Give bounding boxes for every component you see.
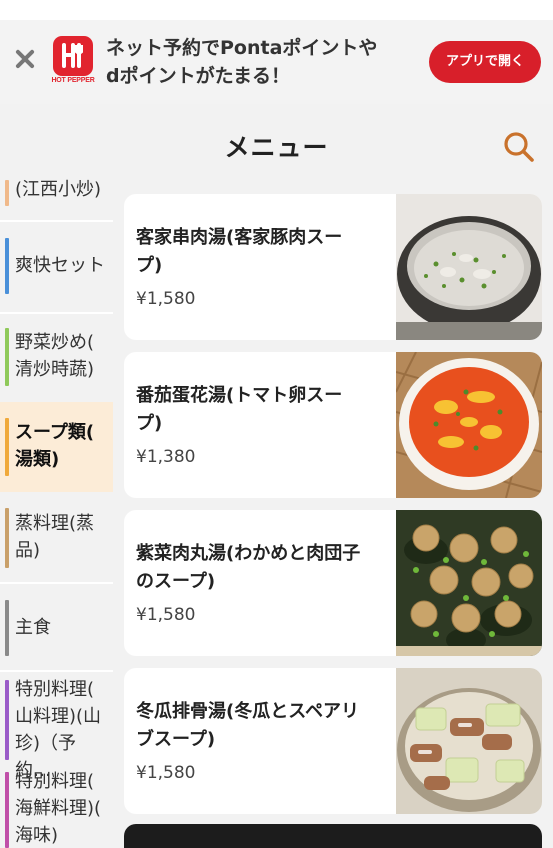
sidebar-item-label: スープ類( 湯類) — [15, 419, 110, 473]
menu-item-name-line1: 紫菜肉丸湯(わかめと肉団子 — [136, 543, 361, 564]
sidebar-divider — [0, 312, 113, 314]
sidebar-item-jiangxi[interactable]: (江西小炒) — [0, 176, 113, 212]
sidebar-item-label-line2: 海鮮料理)( — [15, 798, 102, 819]
category-accent-bar — [5, 600, 9, 656]
sidebar-item-label-line2: 山料理)(山 — [15, 706, 102, 727]
menu-item-name-line2: ブスープ) — [136, 729, 216, 750]
menu-item-name: 客家串肉湯(客家豚肉スー プ) — [136, 224, 386, 280]
sidebar-divider — [0, 670, 113, 672]
menu-item-name-line1: 冬瓜排骨湯(冬瓜とスペアリ — [136, 701, 359, 722]
category-accent-bar — [5, 508, 9, 568]
page-header: メニュー — [0, 104, 553, 186]
open-in-app-button[interactable]: アプリで開く — [429, 41, 541, 83]
hot-pepper-logo: HOT PEPPER — [48, 36, 96, 88]
sidebar-item-label: 爽快セット — [15, 255, 105, 276]
category-accent-bar — [5, 418, 9, 476]
category-accent-bar — [5, 180, 9, 206]
menu-item-card[interactable]: 番茄蛋花湯(トマト卵スー プ) ¥1,380 — [124, 352, 542, 498]
category-accent-bar — [5, 328, 9, 386]
menu-item-card[interactable]: 紫菜肉丸湯(わかめと肉団子 のスープ) ¥1,580 — [124, 510, 542, 656]
status-strip — [0, 0, 553, 20]
sidebar-item-label: 特別料理( 海鮮料理)( 海味)（予… — [15, 768, 110, 848]
category-accent-bar — [5, 772, 9, 848]
menu-item-price: ¥1,380 — [136, 447, 196, 467]
menu-item-name: 冬瓜排骨湯(冬瓜とスペアリ ブスープ) — [136, 698, 386, 754]
sidebar-item-label: (江西小炒) — [15, 179, 102, 200]
sidebar-item-steamed[interactable]: 蒸料理(蒸 品) — [0, 500, 113, 576]
menu-item-price: ¥1,580 — [136, 763, 196, 783]
close-icon[interactable] — [12, 46, 38, 72]
menu-item-name-line1: 客家串肉湯(客家豚肉スー — [136, 227, 343, 248]
sidebar-divider — [0, 220, 113, 222]
banner-message-line1: ネット予約でPontaポイントや — [106, 37, 378, 59]
sidebar-item-refresh-set[interactable]: 爽快セット — [0, 226, 113, 298]
fork-knife-icon — [53, 36, 93, 76]
menu-item-price: ¥1,580 — [136, 605, 196, 625]
menu-item-name: 番茄蛋花湯(トマト卵スー プ) — [136, 382, 386, 438]
winter-melon-rib-soup-photo — [396, 668, 542, 814]
sidebar-item-label: 野菜炒め( 清炒時蔬) — [15, 329, 110, 383]
menu-item-name-line1: 番茄蛋花湯(トマト卵スー — [136, 385, 343, 406]
menu-item-price: ¥1,580 — [136, 289, 196, 309]
sidebar-item-label-line3: 海味)（予… — [15, 825, 59, 846]
page-title: メニュー — [224, 133, 329, 162]
sidebar-item-label-line2: 清炒時蔬) — [15, 359, 95, 380]
category-accent-bar — [5, 680, 9, 760]
logo-text: HOT PEPPER — [51, 77, 95, 84]
sidebar-item-label-line2: 湯類) — [15, 449, 60, 470]
menu-item-card[interactable]: 客家串肉湯(客家豚肉スー プ) ¥1,580 — [124, 194, 542, 340]
sidebar-item-soups[interactable]: スープ類( 湯類) — [0, 402, 113, 492]
sidebar-divider — [0, 582, 113, 584]
sidebar-item-label-line1: 野菜炒め( — [15, 332, 95, 353]
category-sidebar: (江西小炒) 爽快セット 野菜炒め( 清炒時蔬) スープ類( 湯類) 蒸料理(蒸… — [0, 176, 113, 848]
sidebar-item-label: 蒸料理(蒸 品) — [15, 510, 110, 564]
menu-item-name-line2: プ) — [136, 255, 163, 276]
banner-message: ネット予約でPontaポイントや dポイントがたまる！ — [106, 34, 406, 90]
menu-item-card[interactable]: 冬瓜排骨湯(冬瓜とスペアリ ブスープ) ¥1,580 — [124, 668, 542, 814]
sidebar-item-label-line1: 蒸料理(蒸 — [15, 513, 95, 534]
menu-item-name-line2: プ) — [136, 413, 163, 434]
sidebar-item-special-seafood[interactable]: 特別料理( 海鮮料理)( 海味)（予… — [0, 766, 113, 848]
sidebar-item-staple[interactable]: 主食 — [0, 588, 113, 666]
menu-item-name: 紫菜肉丸湯(わかめと肉団子 のスープ) — [136, 540, 386, 596]
search-icon[interactable] — [502, 130, 536, 164]
menu-item-name-line2: のスープ) — [136, 571, 216, 592]
category-accent-bar — [5, 238, 9, 294]
sidebar-item-label-line1: 特別料理( — [15, 679, 95, 700]
pork-soup-photo — [396, 194, 542, 340]
seaweed-meatball-soup-photo — [396, 510, 542, 656]
tomato-egg-soup-photo — [395, 352, 542, 498]
banner-message-line2: dポイントがたまる！ — [106, 65, 291, 87]
sidebar-item-vegetables[interactable]: 野菜炒め( 清炒時蔬) — [0, 318, 113, 394]
sidebar-item-label-line1: 特別料理( — [15, 771, 95, 792]
menu-item-card-partial[interactable] — [124, 824, 542, 848]
sidebar-item-label-line2: 品) — [15, 540, 41, 561]
sidebar-item-label: 主食 — [15, 617, 51, 638]
sidebar-item-label-line1: スープ類( — [15, 422, 95, 443]
app-banner: HOT PEPPER ネット予約でPontaポイントや dポイントがたまる！ ア… — [0, 20, 553, 104]
sidebar-item-special-mountain[interactable]: 特別料理( 山料理)(山 珍)（予約… — [0, 674, 113, 781]
